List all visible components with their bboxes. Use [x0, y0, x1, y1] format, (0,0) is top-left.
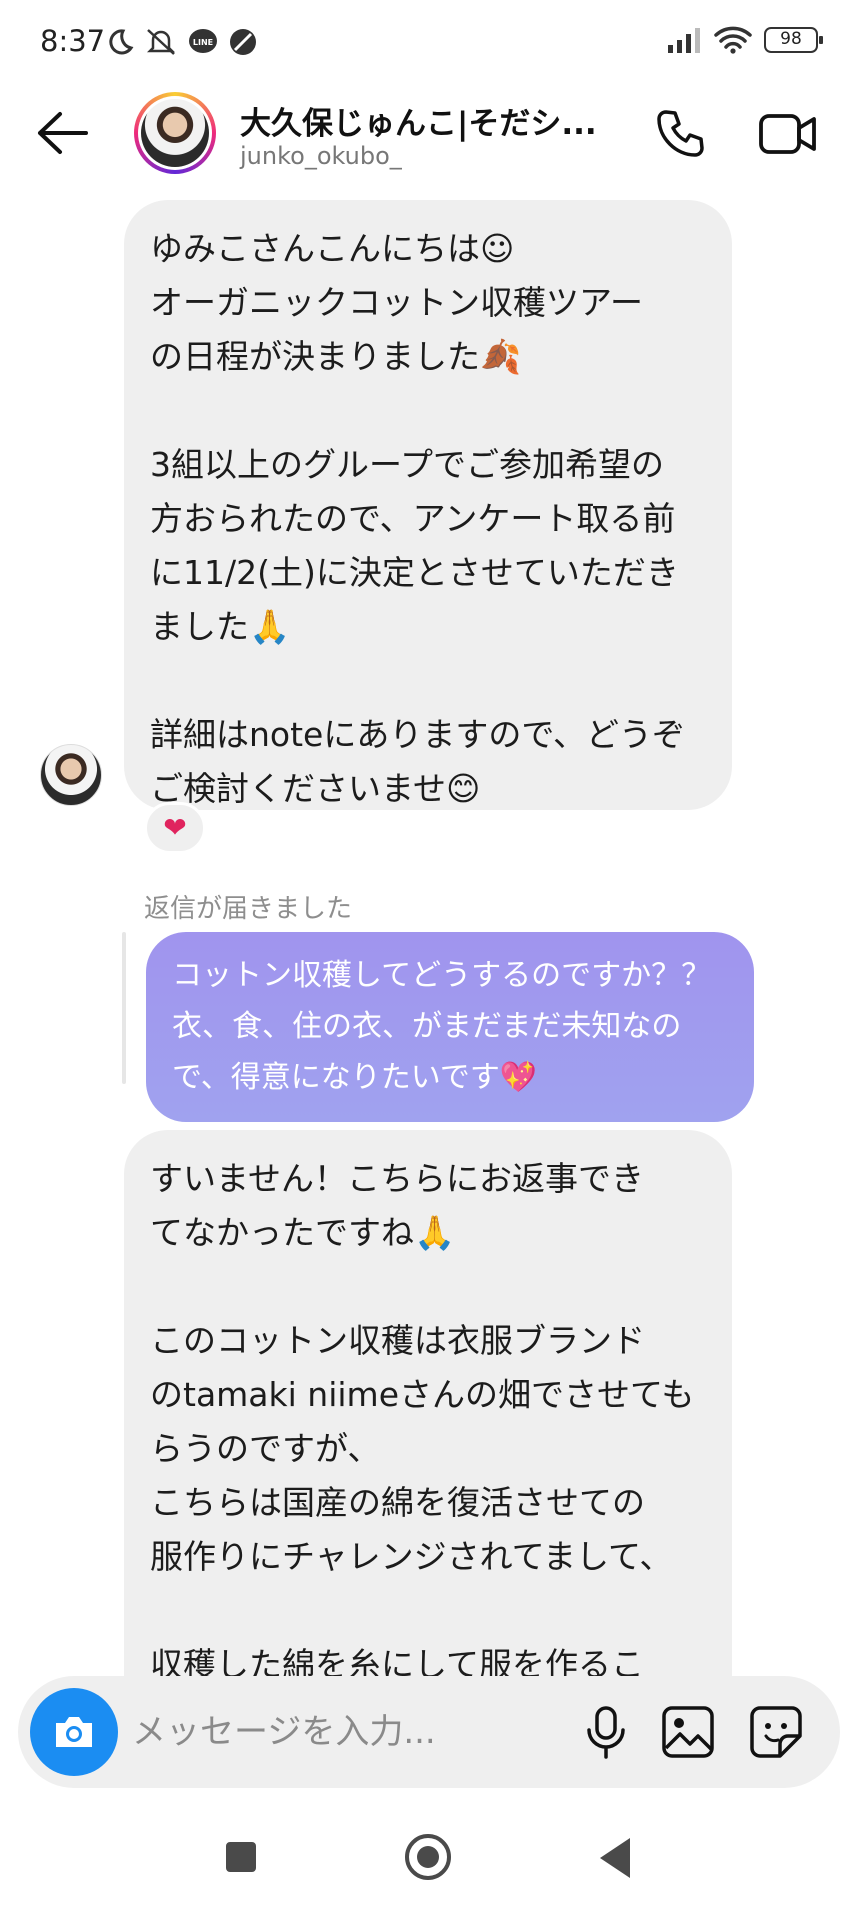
- chat-header: 大久保じゅんこ|そだシ... junko_okubo_: [0, 84, 858, 184]
- moon-icon: [109, 29, 134, 55]
- quoted-reply-message[interactable]: コットン収穫してどうするのですか？？ 衣、食、住の衣、がまだまだ未知なの で、得…: [146, 932, 754, 1122]
- camera-icon: [56, 1717, 92, 1747]
- message-composer: [18, 1676, 840, 1788]
- recent-apps-icon[interactable]: [226, 1842, 256, 1872]
- received-message[interactable]: すいません！こちらにお返事でき てなかったですね🙏 このコットン収穫は衣服ブラン…: [124, 1130, 732, 1676]
- sticker-icon[interactable]: [746, 1702, 806, 1762]
- home-icon[interactable]: [405, 1834, 451, 1880]
- contact-username[interactable]: junko_okubo_: [240, 142, 402, 170]
- profile-avatar[interactable]: [134, 92, 216, 174]
- received-message[interactable]: ゆみこさんこんにちは☺ オーガニックコットン収穫ツアー の日程が決まりました🍂 …: [124, 200, 732, 810]
- battery-level: 98: [780, 29, 802, 49]
- sender-avatar[interactable]: [40, 744, 102, 806]
- message-input[interactable]: [132, 1706, 562, 1758]
- heart-reaction[interactable]: ❤: [144, 802, 206, 854]
- line-icon: LINE: [189, 29, 217, 53]
- nav-back-icon[interactable]: [600, 1838, 630, 1878]
- reply-divider: [122, 932, 126, 1084]
- reply-label: 返信が届きました: [144, 894, 353, 924]
- avatar-photo: [141, 99, 209, 167]
- back-arrow-icon[interactable]: [32, 108, 90, 158]
- battery-icon: 98: [764, 27, 823, 53]
- status-bar: 8:37 LINE 98: [0, 0, 858, 84]
- phone-icon[interactable]: [652, 106, 708, 162]
- wifi-icon: [714, 26, 752, 54]
- gallery-icon[interactable]: [658, 1702, 718, 1762]
- system-nav-bar: [0, 1800, 858, 1907]
- contact-name[interactable]: 大久保じゅんこ|そだシ...: [240, 98, 600, 143]
- video-call-icon[interactable]: [758, 106, 818, 162]
- message-list[interactable]: ゆみこさんこんにちは☺ オーガニックコットン収穫ツアー の日程が決まりました🍂 …: [0, 184, 858, 1676]
- status-time: 8:37: [40, 24, 106, 58]
- camera-button[interactable]: [30, 1688, 118, 1776]
- bell-mute-icon: [146, 29, 176, 55]
- microphone-icon[interactable]: [576, 1702, 636, 1762]
- dnd-icon: [230, 29, 256, 55]
- signal-icon: [668, 28, 700, 53]
- svg-text:LINE: LINE: [193, 38, 213, 47]
